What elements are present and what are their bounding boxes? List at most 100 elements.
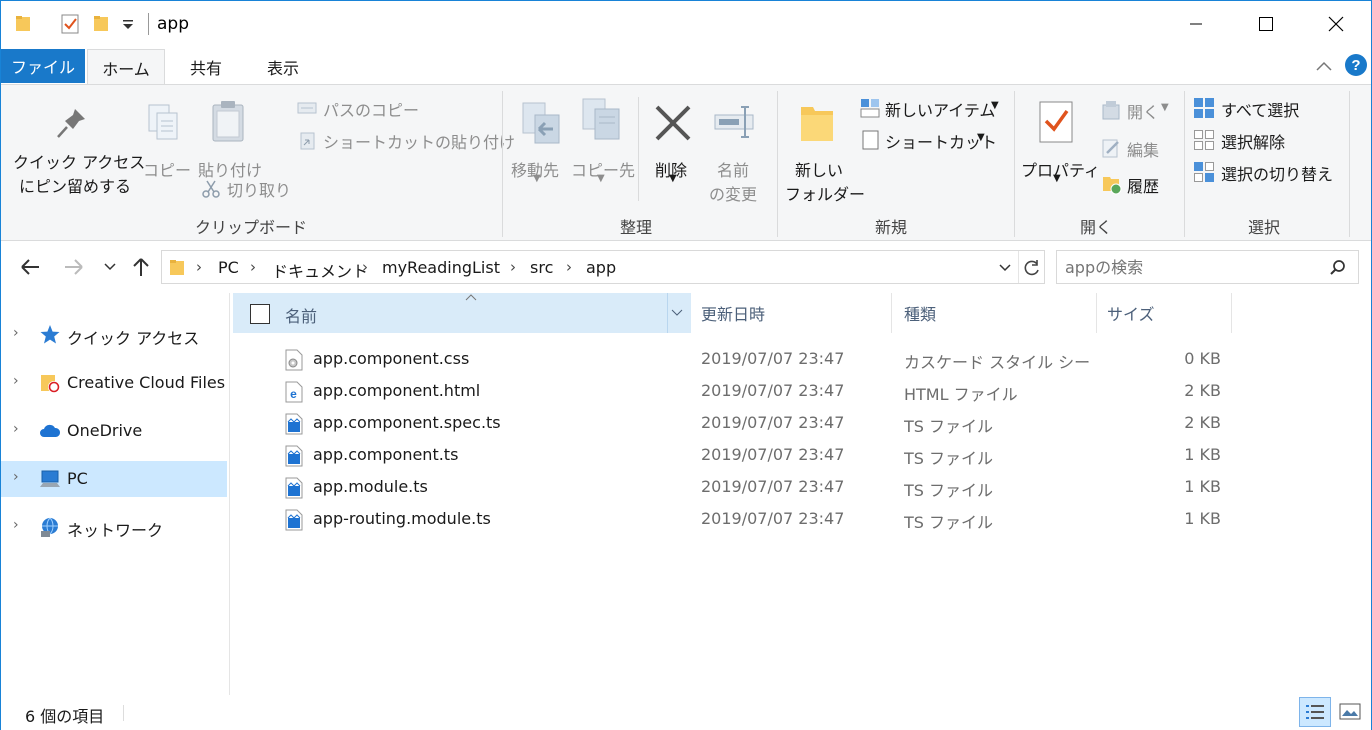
- up-arrow-icon[interactable]: [131, 256, 151, 278]
- address-history-chevron-icon[interactable]: [998, 263, 1012, 273]
- expand-chevron-icon[interactable]: ›: [13, 373, 19, 389]
- file-row[interactable]: app-routing.module.ts 2019/07/07 23:47 T…: [233, 504, 1233, 536]
- breadcrumb-src[interactable]: src: [530, 258, 553, 277]
- tab-view[interactable]: 表示: [253, 49, 313, 85]
- column-header-size[interactable]: サイズ: [1107, 293, 1227, 333]
- new-item-button[interactable]: 新しいアイテム ▼: [859, 97, 1007, 121]
- folder-icon: [170, 260, 184, 275]
- rename-label-line1: 名前: [717, 161, 750, 180]
- column-header-name[interactable]: 名前: [233, 293, 691, 333]
- creative-cloud-folder-icon: [41, 375, 60, 393]
- address-bar[interactable]: › PC › ドキュメント › myReadingList › src › ap…: [161, 250, 1045, 284]
- easy-access-dropdown-icon: ▼: [977, 132, 985, 143]
- expand-chevron-icon[interactable]: ›: [13, 469, 19, 485]
- column-header-date[interactable]: 更新日時: [701, 293, 891, 333]
- nav-item-quick-access[interactable]: › クイック アクセス: [1, 317, 227, 353]
- file-row[interactable]: app.component.ts 2019/07/07 23:47 TS ファイ…: [233, 440, 1233, 472]
- status-separator: [123, 705, 124, 721]
- column-filter-chevron-icon[interactable]: [671, 309, 683, 317]
- breadcrumb-app[interactable]: app: [586, 258, 616, 277]
- select-all-button[interactable]: すべて選択: [1193, 97, 1323, 121]
- search-box[interactable]: [1056, 250, 1359, 284]
- file-row[interactable]: app.component.spec.ts 2019/07/07 23:47 T…: [233, 408, 1233, 440]
- file-type: HTML ファイル: [904, 385, 1018, 404]
- file-size: 1 KB: [1184, 445, 1221, 464]
- customize-quick-access-icon[interactable]: [121, 19, 135, 31]
- breadcrumb-pc[interactable]: PC: [218, 258, 239, 277]
- invert-selection-button[interactable]: 選択の切り替え: [1193, 161, 1343, 185]
- sort-ascending-icon: [465, 294, 477, 301]
- file-name: app-routing.module.ts: [313, 509, 491, 528]
- organize-group-label: 整理: [619, 218, 652, 237]
- network-icon: [41, 517, 58, 537]
- nav-item-network[interactable]: › ネットワーク: [1, 509, 227, 545]
- properties-dropdown-icon: ▼: [1053, 173, 1061, 184]
- open-button[interactable]: 開く ▼: [1101, 99, 1177, 123]
- breadcrumb-chevron-icon[interactable]: ›: [196, 258, 202, 276]
- select-none-button[interactable]: 選択解除: [1193, 129, 1323, 153]
- paste-shortcut-button[interactable]: ショートカットの貼り付け: [297, 129, 515, 153]
- move-to-button[interactable]: 移動先 ▼: [509, 91, 567, 201]
- copy-to-button[interactable]: コピー先 ▼: [569, 91, 635, 201]
- column-separator[interactable]: [1096, 293, 1097, 333]
- breadcrumb-documents[interactable]: ドキュメント: [272, 258, 368, 282]
- back-arrow-icon[interactable]: [19, 257, 41, 277]
- tab-home[interactable]: ホーム: [87, 49, 165, 86]
- minimize-button[interactable]: [1161, 1, 1231, 47]
- pin-icon: [57, 109, 85, 138]
- refresh-icon[interactable]: [1022, 258, 1042, 278]
- history-button[interactable]: 履歴: [1101, 173, 1177, 197]
- close-button[interactable]: [1301, 1, 1371, 47]
- expand-chevron-icon[interactable]: ›: [13, 421, 19, 437]
- easy-access-button[interactable]: ショートカット ▼: [859, 129, 999, 153]
- new-item-icon: [860, 99, 880, 118]
- forward-arrow-icon[interactable]: [63, 257, 85, 277]
- tab-share[interactable]: 共有: [177, 49, 235, 85]
- breadcrumb-myreadinglist[interactable]: myReadingList: [382, 258, 500, 277]
- breadcrumb-chevron-icon[interactable]: ›: [566, 258, 572, 276]
- search-input[interactable]: [1065, 256, 1325, 278]
- select-all-checkbox[interactable]: [250, 304, 270, 324]
- breadcrumb-chevron-icon[interactable]: ›: [250, 258, 256, 276]
- cut-button[interactable]: 切り取り: [201, 177, 301, 201]
- group-separator: [1014, 91, 1015, 237]
- pin-to-quick-access-button[interactable]: クイック アクセス にピン留めする: [9, 91, 145, 201]
- open-group-label: 開く: [1079, 218, 1112, 237]
- move-to-dropdown-icon: ▼: [533, 173, 541, 184]
- maximize-button[interactable]: [1231, 1, 1301, 47]
- edit-label: 編集: [1127, 141, 1160, 160]
- details-view-button[interactable]: [1299, 697, 1331, 727]
- breadcrumb-chevron-icon[interactable]: ›: [510, 258, 516, 276]
- large-icons-view-button[interactable]: [1335, 697, 1367, 727]
- copy-button[interactable]: コピー: [139, 91, 191, 191]
- new-folder-quick-icon[interactable]: [91, 13, 111, 33]
- properties-quick-icon[interactable]: [59, 13, 81, 35]
- column-separator[interactable]: [891, 293, 892, 333]
- file-row[interactable]: app.component.css 2019/07/07 23:47 カスケード…: [233, 344, 1233, 376]
- expand-chevron-icon[interactable]: ›: [13, 325, 19, 341]
- copy-icon: [148, 104, 178, 140]
- expand-chevron-icon[interactable]: ›: [13, 517, 19, 533]
- recent-locations-chevron-icon[interactable]: [103, 262, 117, 272]
- paste-button[interactable]: 貼り付け: [194, 91, 266, 191]
- search-icon[interactable]: [1329, 259, 1347, 277]
- rename-button[interactable]: 名前 の変更: [705, 91, 769, 204]
- collapse-ribbon-icon[interactable]: [1315, 59, 1333, 73]
- file-name: app.component.spec.ts: [313, 413, 501, 432]
- edit-button[interactable]: 編集: [1101, 137, 1177, 161]
- nav-item-onedrive[interactable]: › OneDrive: [1, 413, 227, 449]
- nav-item-creative-cloud[interactable]: › Creative Cloud Files: [1, 365, 227, 401]
- properties-button[interactable]: プロパティ ▼: [1019, 91, 1100, 201]
- delete-button[interactable]: 削除 ▼: [647, 91, 703, 201]
- new-folder-button[interactable]: 新しい フォルダー: [783, 91, 865, 204]
- file-row[interactable]: app.module.ts 2019/07/07 23:47 TS ファイル 1…: [233, 472, 1233, 504]
- copy-path-button[interactable]: パスのコピー: [297, 97, 487, 121]
- breadcrumb-chevron-icon[interactable]: ›: [362, 258, 368, 276]
- nav-item-pc[interactable]: › PC: [1, 461, 227, 497]
- tab-file[interactable]: ファイル: [1, 49, 85, 83]
- help-icon[interactable]: ?: [1344, 53, 1368, 77]
- file-row[interactable]: e app.component.html 2019/07/07 23:47 HT…: [233, 376, 1233, 408]
- computer-icon: [40, 470, 60, 487]
- column-separator[interactable]: [1231, 293, 1232, 333]
- column-header-type[interactable]: 種類: [904, 293, 1094, 333]
